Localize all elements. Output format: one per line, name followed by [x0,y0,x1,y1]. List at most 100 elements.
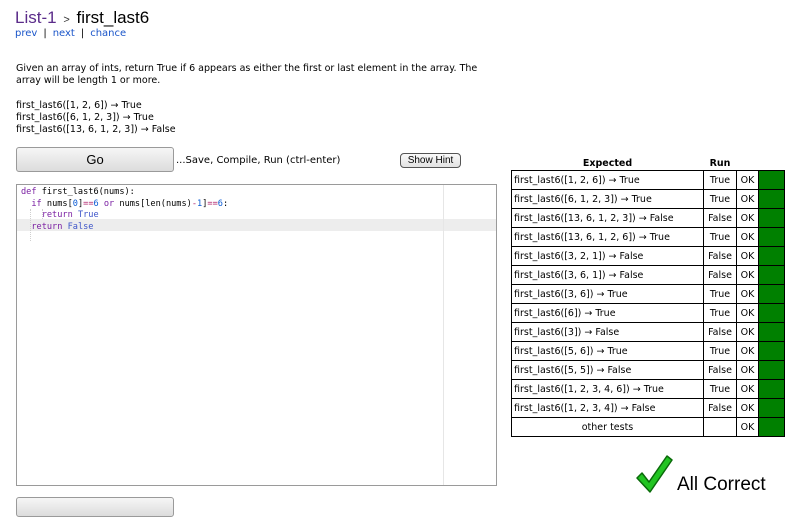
status-cell: OK [736,360,759,380]
go-caption: ...Save, Compile, Run (ctrl-enter) [176,155,341,166]
examples: first_last6([1, 2, 6]) → True first_last… [16,100,176,136]
expected-header: Expected [582,157,633,169]
pass-indicator [758,227,785,247]
expected-cell: first_last6([3]) → False [511,322,704,342]
status-cell: OK [736,265,759,285]
secondary-button[interactable] [16,497,174,517]
problem-description: Given an array of ints, return True if 6… [16,63,478,86]
expected-cell: first_last6([5, 6]) → True [511,341,704,361]
expected-cell: first_last6([6, 1, 2, 3]) → True [511,189,704,209]
table-row: first_last6([3, 6, 1]) → False False OK [511,265,785,285]
table-row: first_last6([13, 6, 1, 2, 3]) → False Fal… [511,208,785,228]
status-cell: OK [736,341,759,361]
expected-cell: first_last6([3, 6, 1]) → False [511,265,704,285]
problem-nav: prev | next | chance [15,28,126,39]
run-cell: True [703,379,737,399]
pass-indicator [758,303,785,323]
table-row: first_last6([1, 2, 3, 4, 6]) → True True O… [511,379,785,399]
table-row: first_last6([3, 2, 1]) → False False OK [511,246,785,266]
status-cell: OK [736,208,759,228]
example-line: first_last6([6, 1, 2, 3]) → True [16,112,154,123]
print-margin [443,185,444,485]
code-line-4: return False [31,221,94,232]
run-header: Run [709,157,731,169]
run-cell: False [703,246,737,266]
results-table: Expected Run first_last6([1, 2, 6]) → Tr… [511,156,785,437]
table-row: first_last6([6]) → True True OK [511,303,785,323]
run-cell: False [703,208,737,228]
run-cell [703,417,737,437]
table-row: first_last6([6, 1, 2, 3]) → True True OK [511,189,785,209]
chance-link[interactable]: chance [90,28,126,39]
table-row: first_last6([3, 6]) → True True OK [511,284,785,304]
pass-indicator [758,379,785,399]
run-cell: False [703,398,737,418]
pass-indicator [758,360,785,380]
checkmark-icon [636,455,673,493]
run-cell: True [703,170,737,190]
pass-indicator [758,341,785,361]
all-correct-banner: All Correct [635,454,766,495]
run-cell: False [703,360,737,380]
status-cell: OK [736,284,759,304]
pass-indicator [758,284,785,304]
expected-cell: first_last6([13, 6, 1, 2, 3]) → False [511,208,704,228]
show-hint-button[interactable]: Show Hint [400,153,461,168]
status-cell: OK [736,322,759,342]
code-line-3: return True [41,210,99,220]
example-line: first_last6([13, 6, 1, 2, 3]) → False [16,124,176,135]
all-correct-text: All Correct [677,474,766,495]
pass-indicator [758,398,785,418]
code-text[interactable]: def first_last6(nums): if nums[0]==6 or … [21,187,228,233]
table-row: other tests OK [511,417,785,437]
pass-indicator [758,417,785,437]
status-cell: OK [736,170,759,190]
next-link[interactable]: next [53,28,75,39]
nav-divider: | [43,28,47,39]
page-header: List-1 > first_last6 [15,8,149,28]
page-title: first_last6 [76,8,150,27]
expected-cell: first_last6([1, 2, 6]) → True [511,170,704,190]
run-cell: True [703,341,737,361]
status-cell: OK [736,189,759,209]
status-cell: OK [736,303,759,323]
status-cell: OK [736,227,759,247]
code-editor[interactable]: def first_last6(nums): if nums[0]==6 or … [16,184,497,486]
table-row: first_last6([5, 6]) → True True OK [511,341,785,361]
status-cell: OK [736,246,759,266]
pass-indicator [758,208,785,228]
code-line-2: if nums[0]==6 or nums[len(nums)-1]==6: [31,198,229,209]
breadcrumb-separator: > [63,14,70,26]
pass-indicator [758,246,785,266]
run-cell: False [703,265,737,285]
expected-cell: first_last6([6]) → True [511,303,704,323]
table-row: first_last6([1, 2, 6]) → True True OK [511,170,785,190]
run-cell: True [703,284,737,304]
status-cell: OK [736,379,759,399]
expected-cell: first_last6([5, 5]) → False [511,360,704,380]
pass-indicator [758,189,785,209]
expected-cell: first_last6([3, 6]) → True [511,284,704,304]
nav-divider: | [80,28,85,39]
pass-indicator [758,170,785,190]
expected-cell: first_last6([1, 2, 3, 4]) → False [511,398,704,418]
table-row: first_last6([3]) → False False OK [511,322,785,342]
table-row: first_last6([1, 2, 3, 4]) → False False OK [511,398,785,418]
pass-indicator [758,265,785,285]
other-tests-cell: other tests [511,417,704,437]
expected-cell: first_last6([13, 6, 1, 2, 6]) → True [511,227,704,247]
list-link[interactable]: List-1 [15,8,57,27]
table-row: first_last6([13, 6, 1, 2, 6]) → True True… [511,227,785,247]
table-row: first_last6([5, 5]) → False False OK [511,360,785,380]
expected-cell: first_last6([1, 2, 3, 4, 6]) → True [511,379,704,399]
run-cell: True [703,189,737,209]
pass-indicator [758,322,785,342]
run-cell: True [703,303,737,323]
go-button[interactable]: Go [16,147,174,172]
expected-cell: first_last6([3, 2, 1]) → False [511,246,704,266]
prev-link[interactable]: prev [15,28,37,39]
run-cell: False [703,322,737,342]
code-line-1: def first_last6(nums): [21,187,135,197]
status-cell: OK [736,417,759,437]
status-cell: OK [736,398,759,418]
